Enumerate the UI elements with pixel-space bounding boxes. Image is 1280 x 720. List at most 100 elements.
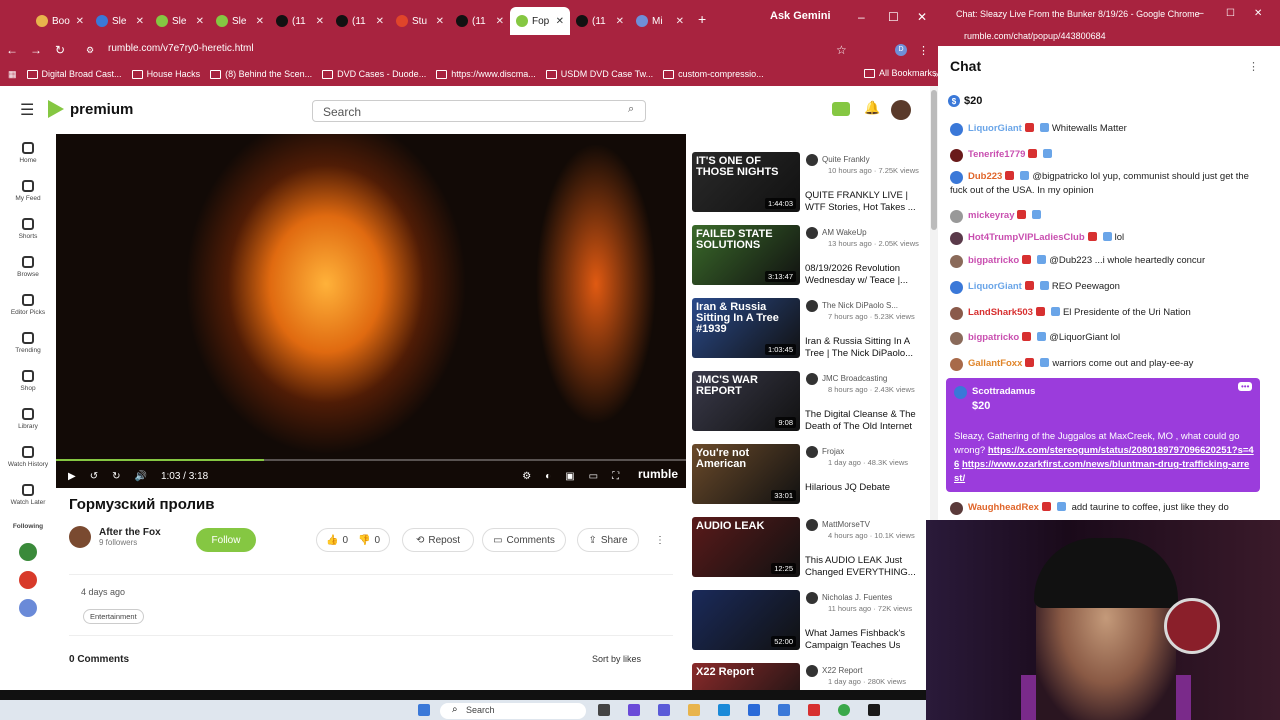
tab-close-icon[interactable]: ✕	[436, 16, 444, 27]
play-icon[interactable]: ▶	[68, 471, 76, 482]
bell-icon[interactable]: 🔔	[864, 100, 880, 116]
chat-user[interactable]: LiquorGiant	[968, 281, 1022, 292]
channel-name[interactable]: MattMorseTV	[806, 519, 926, 531]
chat-user-avatar[interactable]	[950, 255, 963, 268]
forward-icon[interactable]: ↻	[112, 471, 120, 482]
recommended-video[interactable]: You're not American 33:01 Frojax 1 day ago …	[692, 444, 928, 508]
bookmark-item[interactable]: Digital Broad Cast...	[26, 69, 122, 79]
comments-button[interactable]: ▭ Comments	[482, 528, 566, 552]
channel-avatar[interactable]	[69, 526, 91, 548]
chat-user[interactable]: GallantFoxx	[968, 358, 1022, 369]
app-icon[interactable]	[778, 704, 790, 716]
video-thumbnail[interactable]: FAILED STATE SOLUTIONS 3:13:47	[692, 225, 800, 285]
search-icon[interactable]: ⌕	[628, 103, 634, 116]
channel-name[interactable]: Frojax	[806, 446, 926, 458]
fullscreen-icon[interactable]: ⛶	[612, 471, 619, 482]
nav-item[interactable]: My Feed	[0, 172, 56, 210]
tab[interactable]: Stu ✕	[390, 7, 450, 35]
video-title[interactable]: Hilarious JQ Debate	[805, 482, 927, 494]
apps-icon[interactable]: ▦	[8, 69, 17, 80]
channel-name[interactable]: X22 Report	[806, 665, 926, 677]
recommended-video[interactable]: AUDIO LEAK 12:25 MattMorseTV 4 hours ago · …	[692, 517, 928, 581]
channel-name[interactable]: Nicholas J. Fuentes	[806, 592, 926, 604]
tab-close-icon[interactable]: ✕	[76, 16, 84, 27]
teams-icon[interactable]	[658, 704, 670, 716]
chat-user[interactable]: LandShark503	[968, 307, 1033, 318]
channel-name[interactable]: After the Fox	[99, 527, 161, 538]
bookmark-item[interactable]: https://www.discma...	[436, 69, 536, 79]
all-bookmarks[interactable]: All Bookmarks	[864, 68, 937, 78]
chat-user-avatar[interactable]	[950, 307, 963, 320]
chat-user[interactable]: Dub223	[968, 171, 1002, 182]
volume-icon[interactable]: 🔊	[134, 471, 146, 482]
channel-name[interactable]: Quite Frankly	[806, 154, 926, 166]
video-title[interactable]: Iran & Russia Sitting In A Tree | The Ni…	[805, 336, 927, 360]
chat-menu-icon[interactable]: ⋮	[1248, 60, 1259, 73]
chat-user[interactable]: Tenerife1779	[968, 149, 1025, 160]
chat-close-icon[interactable]: ✕	[1254, 8, 1262, 19]
bookmark-item[interactable]: USDM DVD Case Tw...	[545, 69, 653, 79]
recommended-video[interactable]: 52:00 Nicholas J. Fuentes 11 hours ago · 7…	[692, 590, 928, 654]
tab-close-icon[interactable]: ✕	[136, 16, 144, 27]
hamburger-icon[interactable]: ☰	[20, 100, 34, 120]
more-icon[interactable]: ⋮	[648, 528, 672, 552]
player-brand[interactable]: rumble	[638, 467, 678, 481]
chat-user-avatar[interactable]	[950, 281, 963, 294]
settings-icon[interactable]: ⚙	[522, 471, 531, 482]
chat-user[interactable]: mickeyray	[968, 210, 1014, 221]
nav-item[interactable]: Watch History	[0, 438, 56, 476]
file-explorer-icon[interactable]	[688, 704, 700, 716]
channel-name[interactable]: JMC Broadcasting	[806, 373, 926, 385]
chat-user-avatar[interactable]	[950, 358, 963, 371]
recommended-video[interactable]: IT'S ONE OF THOSE NIGHTS 1:44:03 Quite Fra…	[692, 152, 928, 216]
category-tag[interactable]: Entertainment	[83, 609, 144, 624]
thumbs-up-icon[interactable]: 👍	[326, 535, 338, 546]
chrome-icon[interactable]	[838, 704, 850, 716]
minimize-icon[interactable]: –	[858, 10, 865, 24]
recommended-video[interactable]: X22 Report X22 Report 1 day ago · 280K vie…	[692, 663, 928, 690]
video-thumbnail[interactable]: AUDIO LEAK 12:25	[692, 517, 800, 577]
chat-user-avatar[interactable]	[950, 149, 963, 162]
video-title[interactable]: This AUDIO LEAK Just Changed EVERYTHING.…	[805, 555, 927, 579]
tab-close-icon[interactable]: ✕	[556, 16, 564, 27]
rant-link-2[interactable]: https://www.ozarkfirst.com/news/bluntman…	[954, 459, 1249, 484]
scrollbar-thumb[interactable]	[931, 90, 937, 230]
pinned-rant[interactable]: $ $20	[948, 95, 982, 107]
nav-item[interactable]: Shorts	[0, 210, 56, 248]
recommended-video[interactable]: JMC'S WAR REPORT 9:08 JMC Broadcasting 8 ho…	[692, 371, 928, 435]
channel-name[interactable]: AM WakeUp	[806, 227, 926, 239]
sort-select[interactable]: Sort by likes	[592, 654, 641, 664]
tab-close-icon[interactable]: ✕	[316, 16, 324, 27]
highlighted-rant[interactable]: Scottradamus $20 ••• Sleazy, Gathering o…	[946, 378, 1260, 492]
bookmark-star-icon[interactable]: ☆	[836, 43, 847, 57]
video-thumbnail[interactable]: Iran & Russia Sitting In A Tree #1939 1:0…	[692, 298, 800, 358]
follow-button[interactable]: Follow	[196, 528, 256, 552]
tab[interactable]: Sle ✕	[90, 7, 150, 35]
video-title[interactable]: 08/19/2026 Revolution Wednesday w/ Teace…	[805, 263, 927, 287]
chat-maximize-icon[interactable]: ☐	[1226, 8, 1235, 19]
chat-user-avatar[interactable]	[950, 332, 963, 345]
tab-close-icon[interactable]: ✕	[376, 16, 384, 27]
ask-gemini-button[interactable]: Ask Gemini	[770, 10, 831, 22]
video-title[interactable]: What James Fishback's Campaign Teaches U…	[805, 628, 927, 652]
video-player[interactable]: ▶ ↺ ↻ 🔊 1:03 / 3:18 ⚙ ◐ ▣ ▭ ⛶ rumble	[56, 134, 686, 488]
rant-user[interactable]: Scottradamus	[972, 386, 1035, 397]
user-avatar[interactable]	[891, 100, 911, 120]
app-icon[interactable]	[808, 704, 820, 716]
edge-icon[interactable]	[718, 704, 730, 716]
tab-close-icon[interactable]: ✕	[256, 16, 264, 27]
tab[interactable]: (11 ✕	[270, 7, 330, 35]
tab[interactable]: Sle ✕	[150, 7, 210, 35]
tab-close-icon[interactable]: ✕	[496, 16, 504, 27]
url-field[interactable]: rumble.com/v7e7ry0-heretic.html	[108, 43, 254, 54]
bookmark-item[interactable]: House Hacks	[131, 69, 200, 79]
channel-name[interactable]: The Nick DiPaolo S...	[806, 300, 926, 312]
chat-user[interactable]: LiquorGiant	[968, 123, 1022, 134]
chat-user-avatar[interactable]	[950, 123, 963, 136]
video-thumbnail[interactable]: You're not American 33:01	[692, 444, 800, 504]
close-icon[interactable]: ✕	[917, 10, 927, 24]
chat-user-avatar[interactable]	[950, 232, 963, 245]
site-logo[interactable]: premium	[48, 100, 133, 118]
progress-bar[interactable]	[56, 459, 686, 461]
taskbar-search[interactable]: Search	[440, 703, 586, 719]
